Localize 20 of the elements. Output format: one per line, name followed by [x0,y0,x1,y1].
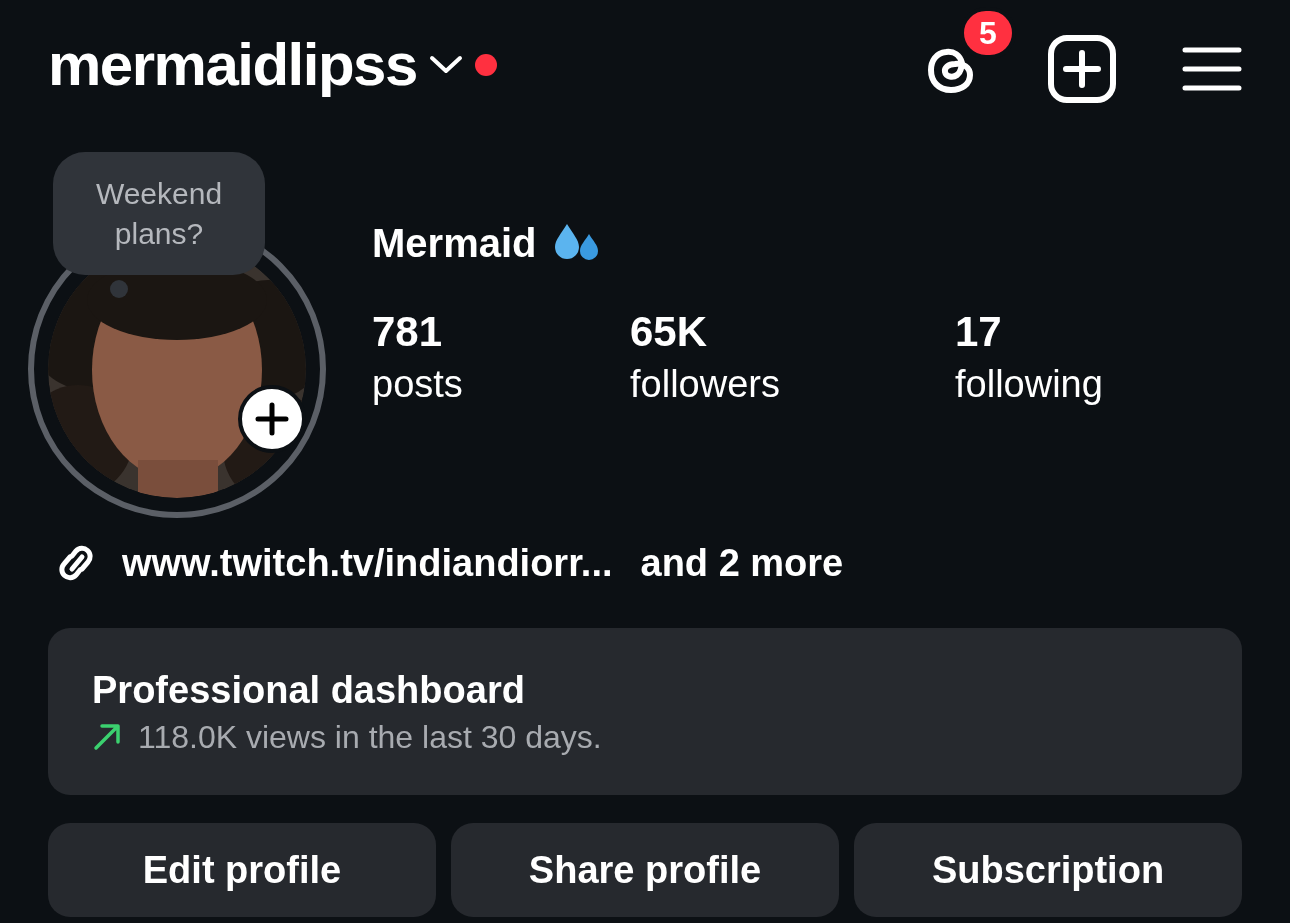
stat-label[interactable]: following [955,358,1215,410]
stat-value[interactable]: 17 [955,306,1215,358]
website-link[interactable]: www.twitch.tv/indiandiorr... [122,534,613,592]
stat-value[interactable]: 65K [630,306,955,358]
dashboard-title: Professional dashboard [92,667,526,713]
dashboard-summary: 118.0K views in the last 30 days. [138,717,602,757]
chevron-down-icon[interactable] [428,55,463,75]
profile-button[interactable]: Edit profile [48,823,436,917]
more-links[interactable]: and 2 more [640,534,844,592]
note-tooltip[interactable]: Weekend plans? [53,152,265,275]
stat-label[interactable]: followers [630,358,955,410]
plus-icon [255,402,289,436]
create-icon[interactable] [1048,35,1116,103]
username[interactable]: mermaidlipss [48,35,417,95]
profile-button[interactable]: Subscription [854,823,1242,917]
display-name: Mermaid [372,220,537,267]
stat-label[interactable]: posts [372,358,630,410]
dashboard-card[interactable]: Professional dashboard 118.0K views in the last 30 days. [48,628,1242,795]
stat-value[interactable]: 781 [372,306,630,358]
profile-button[interactable]: Share profile [451,823,839,917]
